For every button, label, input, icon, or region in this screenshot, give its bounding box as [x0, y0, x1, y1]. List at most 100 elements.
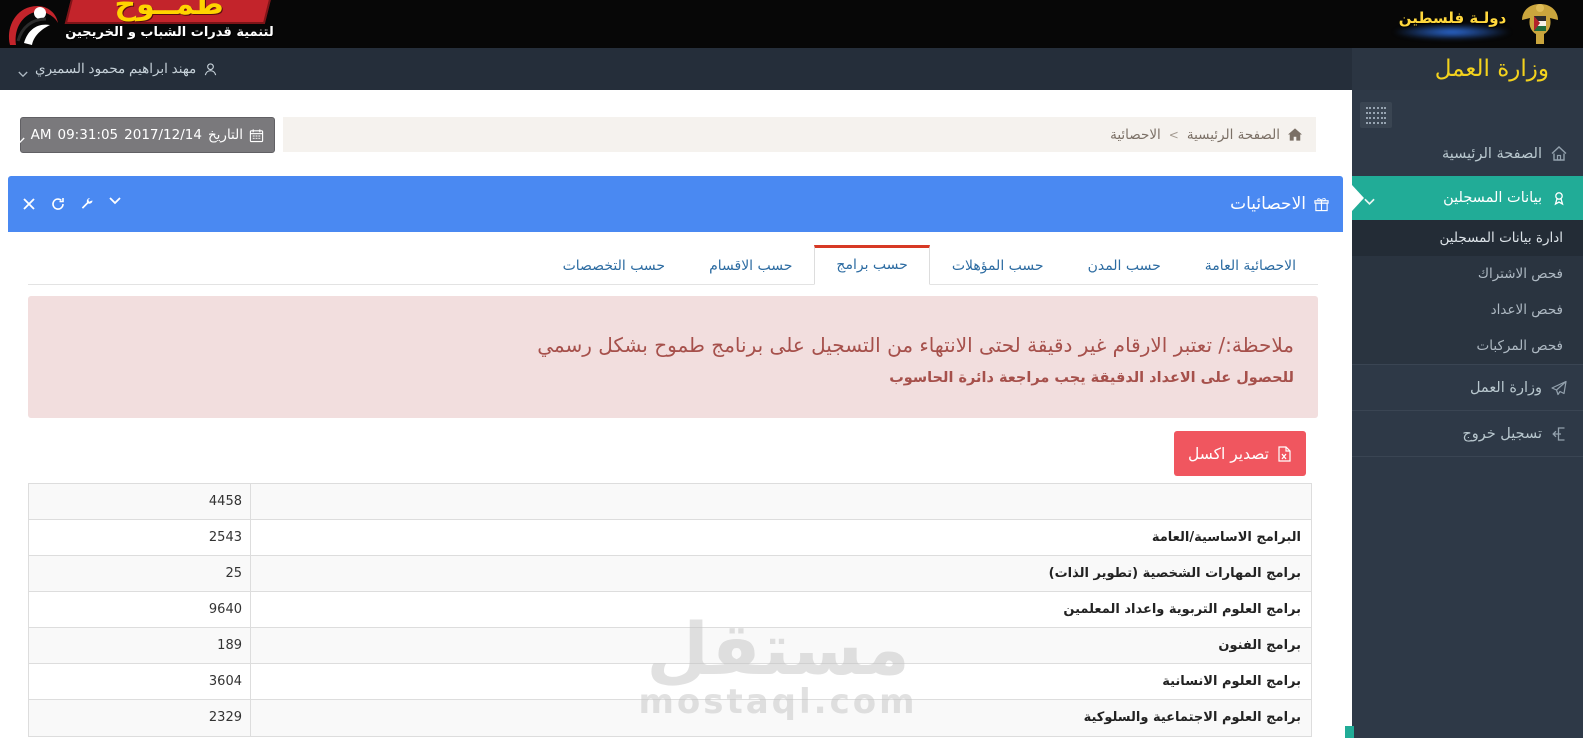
tab-label: حسب المدن: [1087, 258, 1161, 274]
tamooh-figure-logo-icon: [4, 1, 62, 47]
user-bar: مهند ابراهيم محمود السميري: [0, 48, 1583, 90]
breadcrumb-home-link[interactable]: الصفحة الرئيسية: [1187, 127, 1280, 143]
tab-label: الاحصائية العامة: [1204, 258, 1296, 274]
tamooh-wordmark-text: طمــوح: [114, 0, 225, 22]
sidebar-bottom-teal-marker: [1345, 726, 1354, 738]
user-menu[interactable]: مهند ابراهيم محمود السميري: [12, 48, 224, 90]
tab-label: حسب برامج: [836, 257, 908, 273]
sidebar-menu: الصفحة الرئيسية بيانات المسجلين ادارة بي…: [1352, 132, 1583, 457]
export-label: تصدير اكسل: [1188, 444, 1269, 463]
sidebar-item-label: الصفحة الرئيسية: [1441, 146, 1542, 162]
sidebar-submenu-label: فحص المركبات: [1476, 338, 1563, 354]
table-cell-program: برامج الفنون: [1218, 638, 1301, 653]
stats-panel: الاحصائيات الاحصائية العامة حسب المدن حس…: [8, 176, 1343, 738]
sidebar-submenu-item[interactable]: ادارة بيانات المسجلين: [1352, 220, 1583, 256]
sidebar-item-logout[interactable]: تسجيل خروج: [1352, 411, 1583, 456]
panel-tools: [22, 176, 123, 232]
brand-tagline: لتنمية قدرات الشباب و الخريجين: [65, 25, 274, 40]
tab[interactable]: حسب برامج: [814, 245, 930, 285]
user-name: مهند ابراهيم محمود السميري: [35, 61, 197, 76]
table-row: برامج المهارات الشخصية (تطوير الذات) 25: [29, 556, 1311, 592]
table-cell-count: 2329: [29, 700, 251, 736]
export-excel-button[interactable]: تصدير اكسل: [1174, 431, 1306, 476]
stats-panel-header: الاحصائيات: [8, 176, 1343, 232]
send-icon: [1551, 380, 1567, 396]
excel-file-icon: [1277, 445, 1292, 462]
sidebar-toggle-icon[interactable]: [1360, 102, 1392, 128]
table-cell-count: 189: [29, 628, 251, 663]
stats-panel-body: الاحصائية العامة حسب المدن حسب المؤهلات …: [8, 232, 1343, 738]
refresh-icon[interactable]: [51, 197, 65, 211]
table-cell-program: البرامج الاساسية/العامة: [1151, 530, 1301, 545]
state-label: دولـة فلسطين: [1398, 9, 1507, 27]
date-value: 2017/12/14: [124, 127, 202, 143]
tab-label: حسب التخصصات: [562, 258, 666, 274]
sidebar-submenu-item[interactable]: فحص الاشتراك: [1352, 256, 1583, 292]
sidebar-submenu-item[interactable]: فحص المركبات: [1352, 328, 1583, 364]
table-cell-count: 2543: [29, 520, 251, 555]
sidebar-submenu-label: فحص الاعداد: [1490, 302, 1563, 318]
logout-icon: [1551, 426, 1567, 442]
app-root: طمــوح لتنمية قدرات الشباب و الخريجين دو…: [0, 0, 1583, 738]
sidebar: الصفحة الرئيسية بيانات المسجلين ادارة بي…: [1352, 90, 1583, 738]
table-cell-count: 25: [29, 556, 251, 591]
table-cell-count: 9640: [29, 592, 251, 627]
tab[interactable]: حسب المدن: [1066, 246, 1183, 285]
meridiem-value: AM: [30, 127, 52, 143]
table-cell-program: برامج العلوم الاجتماعية والسلوكية: [1083, 710, 1301, 725]
table-row: البرامج الاساسية/العامة 2543: [29, 520, 1311, 556]
table-cell-count: 3604: [29, 664, 251, 699]
tabs-nav: الاحصائية العامة حسب المدن حسب المؤهلات …: [28, 242, 1318, 285]
person-icon: [203, 62, 218, 77]
breadcrumb: الصفحة الرئيسية > الاحصائية: [283, 117, 1316, 152]
tab-label: حسب المؤهلات: [951, 258, 1044, 274]
sidebar-item-ministry-link[interactable]: وزارة العمل: [1352, 365, 1583, 410]
sidebar-submenu-item[interactable]: فحص الاعداد: [1352, 292, 1583, 328]
sidebar-item-label: وزارة العمل: [1469, 379, 1542, 396]
time-value: 09:31:05: [57, 127, 119, 143]
table-row: برامج العلوم التربوية واعداد المعلمين 96…: [29, 592, 1311, 628]
home-icon: [1288, 128, 1302, 141]
sidebar-submenu: ادارة بيانات المسجلين فحص الاشتراك فحص ا…: [1352, 220, 1583, 364]
chevron-down-icon: [14, 132, 25, 143]
notice-line1: ملاحظة:/ تعتبر الارقام غير دقيقة لحتى ال…: [537, 333, 1294, 357]
sidebar-item-home[interactable]: الصفحة الرئيسية: [1352, 132, 1583, 176]
breadcrumb-separator: >: [1168, 127, 1179, 142]
chevron-down-icon[interactable]: [109, 197, 123, 211]
calendar-icon: [249, 128, 264, 143]
sidebar-ministry-title: وزارة العمل: [1352, 48, 1583, 90]
sidebar-item-label: تسجيل خروج: [1462, 425, 1542, 442]
tab[interactable]: الاحصائية العامة: [1183, 246, 1318, 285]
chevron-down-icon: [1364, 194, 1375, 206]
table-cell-program: برامج العلوم الانسانية: [1162, 674, 1301, 689]
wrench-icon[interactable]: [80, 197, 94, 211]
table-row: برامج الفنون 189: [29, 628, 1311, 664]
chevron-down-icon: [18, 66, 28, 77]
date-label: التاريخ: [207, 127, 243, 143]
sidebar-submenu-label: فحص الاشتراك: [1477, 266, 1563, 282]
main-content: التاريخ 2017/12/14 09:31:05 AM الصفحة ال…: [0, 90, 1345, 738]
top-brand-bar: طمــوح لتنمية قدرات الشباب و الخريجين دو…: [0, 0, 1583, 48]
gift-icon: [1314, 197, 1329, 212]
tab[interactable]: حسب الاقسام: [687, 246, 814, 285]
table-cell-program: [251, 484, 1311, 519]
table-row: 4458: [29, 484, 1311, 520]
tab-label: حسب الاقسام: [709, 258, 793, 274]
notice-alert: ملاحظة:/ تعتبر الارقام غير دقيقة لحتى ال…: [28, 296, 1318, 418]
table-cell-count: 4458: [29, 484, 251, 519]
sidebar-divider: [1352, 456, 1583, 457]
tab[interactable]: حسب المؤهلات: [930, 246, 1066, 285]
stats-panel-title-text: الاحصائيات: [1230, 194, 1306, 214]
home-icon: [1551, 146, 1567, 162]
date-picker-button[interactable]: التاريخ 2017/12/14 09:31:05 AM: [14, 117, 275, 153]
sidebar-item-registrants[interactable]: بيانات المسجلين: [1352, 176, 1583, 220]
tab[interactable]: حسب التخصصات: [541, 246, 687, 285]
sidebar-submenu-label: ادارة بيانات المسجلين: [1439, 230, 1563, 246]
table-row: برامج العلوم الاجتماعية والسلوكية 2329: [29, 700, 1311, 736]
registrants-icon: [1551, 190, 1567, 206]
close-icon[interactable]: [22, 197, 36, 211]
palestine-emblem-icon: [1514, 0, 1566, 48]
table-row: برامج العلوم الانسانية 3604: [29, 664, 1311, 700]
table-cell-program: برامج المهارات الشخصية (تطوير الذات): [1048, 566, 1301, 581]
sidebar-item-label: بيانات المسجلين: [1443, 190, 1542, 206]
